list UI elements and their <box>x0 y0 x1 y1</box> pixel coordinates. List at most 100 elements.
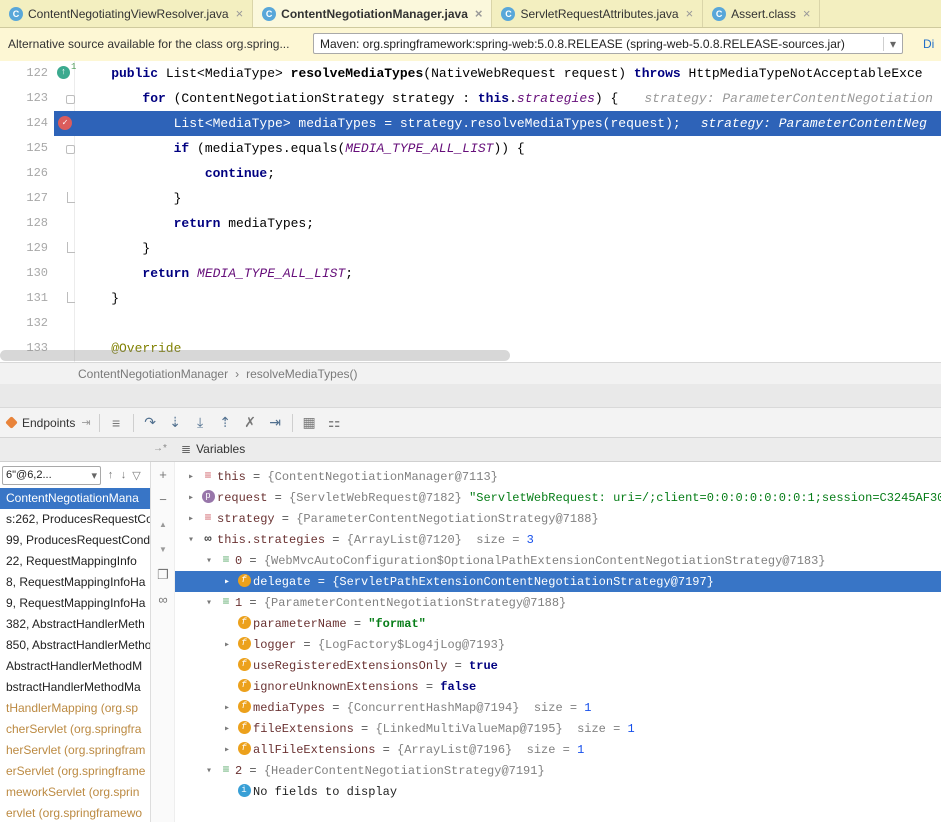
variable-row[interactable]: ▸fdelegate = {ServletPathExtensionConten… <box>175 571 941 592</box>
close-icon[interactable]: × <box>475 6 483 21</box>
stack-frame-item[interactable]: 9, RequestMappingInfoHa <box>0 593 150 614</box>
fold-marker-icon[interactable] <box>66 95 75 104</box>
remove-watch-icon[interactable]: − <box>151 487 175 512</box>
stack-frame-item[interactable]: ervlet (org.springframewo <box>0 803 150 822</box>
variable-row[interactable]: iNo fields to display <box>175 781 941 802</box>
variable-row[interactable]: ▾≡1 = {ParameterContentNegotiationStrate… <box>175 592 941 613</box>
fold-marker-icon[interactable] <box>66 145 75 154</box>
stack-frame-item[interactable]: AbstractHandlerMethodM <box>0 656 150 677</box>
variable-row[interactable]: fparameterName = "format" <box>175 613 941 634</box>
force-step-into-icon[interactable]: ⤓ <box>188 414 213 431</box>
breakpoint-icon[interactable]: ✓ <box>58 116 72 130</box>
chevron-right-icon[interactable]: ▸ <box>219 576 235 588</box>
stack-frame-item[interactable]: 850, AbstractHandlerMetho <box>0 635 150 656</box>
fold-end-marker-icon[interactable] <box>67 242 75 253</box>
code-line[interactable]: return MEDIA_TYPE_ALL_LIST; <box>80 261 941 286</box>
tab-variables[interactable]: ≣ Variables <box>181 442 245 456</box>
stack-frame-item[interactable]: tHandlerMapping (org.sp <box>0 698 150 719</box>
chevron-right-icon[interactable]: ▸ <box>219 744 235 756</box>
code-token: ; <box>345 266 353 281</box>
stack-frame-item[interactable]: 22, RequestMappingInfo <box>0 551 150 572</box>
chevron-down-icon[interactable]: ▾ <box>883 37 902 51</box>
variable-row[interactable]: ▸ffileExtensions = {LinkedMultiValueMap@… <box>175 718 941 739</box>
variable-row[interactable]: ▸prequest = {ServletWebRequest@7182} "Se… <box>175 487 941 508</box>
drop-frame-icon[interactable]: ✗ <box>238 414 263 431</box>
variable-row[interactable]: ▸fallFileExtensions = {ArrayList@7196} s… <box>175 739 941 760</box>
code-line[interactable]: if (mediaTypes.equals(MEDIA_TYPE_ALL_LIS… <box>80 136 941 161</box>
add-watch-icon[interactable]: + <box>151 462 175 487</box>
chevron-right-icon[interactable]: ▸ <box>183 513 199 525</box>
variable-row[interactable]: ▸fmediaTypes = {ConcurrentHashMap@7194} … <box>175 697 941 718</box>
chevron-right-icon[interactable]: ▸ <box>219 639 235 651</box>
implement-marker-icon[interactable]: ↑ <box>57 66 70 79</box>
step-out-icon[interactable]: ⇡ <box>213 414 238 431</box>
variable-row[interactable]: ▾≡0 = {WebMvcAutoConfiguration$OptionalP… <box>175 550 941 571</box>
view-breakpoints-icon[interactable]: ▦ <box>297 414 322 431</box>
chevron-right-icon[interactable]: ▸ <box>219 723 235 735</box>
stack-frame-item[interactable]: ContentNegotiationMana <box>0 488 150 509</box>
stack-frame-item[interactable]: s:262, ProducesRequestCo <box>0 509 150 530</box>
fold-end-marker-icon[interactable] <box>67 292 75 303</box>
stack-frame-item[interactable]: herServlet (org.springfram <box>0 740 150 761</box>
variable-row[interactable]: ▾∞this.strategies = {ArrayList@7120} siz… <box>175 529 941 550</box>
chevron-down-icon[interactable]: ▾ <box>201 555 217 567</box>
variable-row[interactable]: ▸≡strategy = {ParameterContentNegotiatio… <box>175 508 941 529</box>
thread-dropdown[interactable]: 6"@6,2... ▾ <box>2 466 101 485</box>
chevron-right-icon[interactable]: ▸ <box>183 471 199 483</box>
code-line[interactable]: } <box>80 236 941 261</box>
filter-frames-icon[interactable]: ▽ <box>130 469 143 482</box>
duplicate-watch-icon[interactable]: ❐ <box>151 562 175 587</box>
chevron-down-icon[interactable]: ▾ <box>201 765 217 777</box>
code-line[interactable]: } <box>80 286 941 311</box>
show-watches-icon[interactable]: ∞ <box>151 587 175 612</box>
frame-up-icon[interactable]: ↑ <box>104 469 117 481</box>
editor-tab[interactable]: CServletRequestAttributes.java× <box>492 0 703 27</box>
editor-tab[interactable]: CAssert.class× <box>703 0 820 27</box>
code-editor[interactable]: 122↑1public List<MediaType> resolveMedia… <box>0 61 941 362</box>
run-to-cursor-icon[interactable]: ⇥ <box>263 414 288 431</box>
chevron-down-icon[interactable]: ▾ <box>183 534 199 546</box>
stack-frame-item[interactable]: 99, ProducesRequestCond <box>0 530 150 551</box>
chevron-down-icon[interactable]: ▾ <box>201 597 217 609</box>
code-line[interactable]: List<MediaType> mediaTypes = strategy.re… <box>80 111 941 136</box>
chevron-right-icon[interactable]: ▸ <box>219 702 235 714</box>
stack-frame-item[interactable]: meworkServlet (org.sprin <box>0 782 150 803</box>
variable-row[interactable]: fignoreUnknownExtensions = false <box>175 676 941 697</box>
stack-frame-item[interactable]: 382, AbstractHandlerMeth <box>0 614 150 635</box>
code-line[interactable]: public List<MediaType> resolveMediaTypes… <box>80 61 941 86</box>
variable-row[interactable]: ▾≡2 = {HeaderContentNegotiationStrategy@… <box>175 760 941 781</box>
code-line[interactable]: continue; <box>80 161 941 186</box>
source-jar-dropdown[interactable]: Maven: org.springframework:spring-web:5.… <box>313 33 903 54</box>
stack-frame-item[interactable]: bstractHandlerMethodMa <box>0 677 150 698</box>
frame-down-icon[interactable]: ↓ <box>117 469 130 481</box>
variable-row[interactable]: ▸flogger = {LogFactory$Log4jLog@7193} <box>175 634 941 655</box>
close-icon[interactable]: × <box>803 6 811 21</box>
horizontal-scrollbar-thumb[interactable] <box>0 350 510 361</box>
mute-breakpoints-icon[interactable]: ⚏ <box>322 414 347 431</box>
move-down-icon[interactable]: ▼ <box>151 537 175 562</box>
disable-link[interactable]: Di <box>923 37 934 51</box>
variable-row[interactable]: ▸≡this = {ContentNegotiationManager@7113… <box>175 466 941 487</box>
endpoints-label: Endpoints <box>22 416 75 430</box>
chevron-right-icon[interactable]: ▸ <box>183 492 199 504</box>
breadcrumb-class[interactable]: ContentNegotiationManager <box>78 367 228 381</box>
fold-end-marker-icon[interactable] <box>67 192 75 203</box>
editor-tab[interactable]: CContentNegotiatingViewResolver.java× <box>0 0 253 27</box>
stack-frame-item[interactable]: erServlet (org.springframe <box>0 761 150 782</box>
stack-frame-item[interactable]: 8, RequestMappingInfoHa <box>0 572 150 593</box>
close-icon[interactable]: × <box>236 6 244 21</box>
variable-row[interactable]: fuseRegisteredExtensionsOnly = true <box>175 655 941 676</box>
code-line[interactable] <box>80 311 941 336</box>
step-into-icon[interactable]: ⇣ <box>163 414 188 431</box>
stack-frame-item[interactable]: cherServlet (org.springfra <box>0 719 150 740</box>
endpoints-tab[interactable]: Endpoints ⇥ <box>0 416 95 430</box>
editor-tab[interactable]: CContentNegotiationManager.java× <box>253 0 492 27</box>
code-line[interactable]: } <box>80 186 941 211</box>
step-over-icon[interactable]: ↷ <box>138 414 163 431</box>
code-line[interactable]: for (ContentNegotiationStrategy strategy… <box>80 86 941 111</box>
code-line[interactable]: return mediaTypes; <box>80 211 941 236</box>
move-up-icon[interactable]: ▲ <box>151 512 175 537</box>
close-icon[interactable]: × <box>686 6 694 21</box>
breadcrumb-method[interactable]: resolveMediaTypes() <box>246 367 357 381</box>
menu-icon[interactable]: ≡ <box>104 415 129 431</box>
